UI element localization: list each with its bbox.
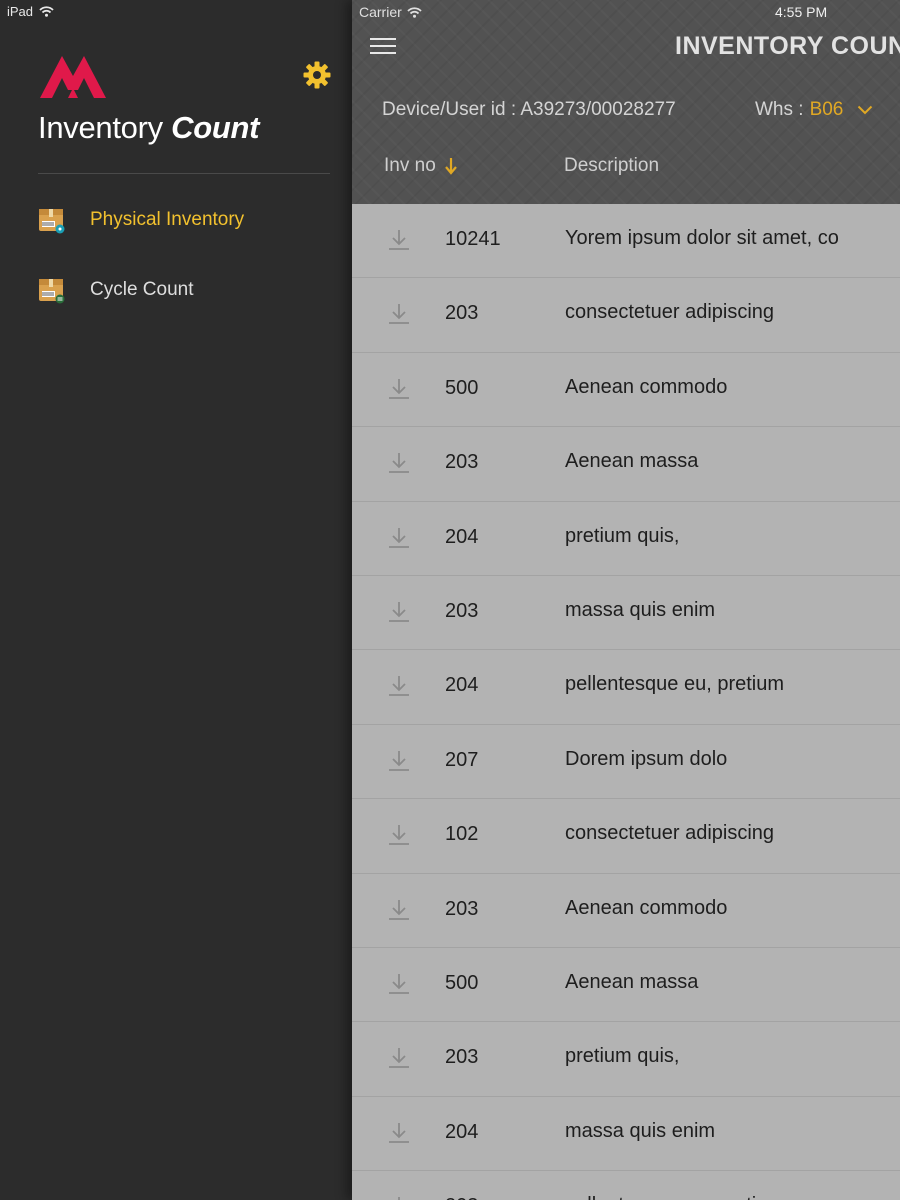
download-icon[interactable] [388, 451, 410, 475]
list-item[interactable]: 500 Aenean massa [352, 948, 900, 1023]
download-icon[interactable] [388, 526, 410, 550]
column-header-label: Description [564, 155, 660, 176]
nav-item-cycle-count[interactable]: Cycle Count [38, 276, 194, 304]
download-icon[interactable] [388, 972, 410, 996]
inv-no: 203 [445, 302, 479, 325]
list-item[interactable]: 500 Aenean commodo [352, 353, 900, 428]
list-item[interactable]: 204 massa quis enim [352, 1097, 900, 1172]
side-drawer: iPad Inventory Count Physical Inventory … [0, 0, 352, 1200]
inv-no: 102 [445, 823, 479, 846]
nav-item-label: Physical Inventory [90, 209, 245, 230]
inventory-list: 10241 Yorem ipsum dolor sit amet, co 203 co… [352, 204, 900, 1200]
description: Aenean commodo [565, 375, 728, 398]
download-icon[interactable] [388, 749, 410, 773]
download-icon[interactable] [388, 823, 410, 847]
description: pretium quis, [565, 1045, 680, 1068]
box-sync-icon [39, 279, 65, 304]
inv-no: 204 [445, 525, 479, 548]
list-item[interactable]: 102 consectetuer adipiscing [352, 799, 900, 874]
whs-value: B06 [809, 99, 844, 120]
download-icon[interactable] [388, 1195, 410, 1200]
sort-down-arrow-icon [444, 158, 457, 175]
column-header-label: Inv no [384, 155, 436, 176]
device-user-label: Device/User id : [382, 99, 521, 120]
settings-gear-icon[interactable] [302, 60, 332, 90]
description: pretium quis, [565, 524, 680, 547]
inv-no: 207 [445, 748, 479, 771]
description: Yorem ipsum dolor sit amet, co [565, 227, 839, 249]
nav-item-label: Cycle Count [90, 279, 194, 300]
wifi-icon [39, 6, 54, 17]
warehouse-selector[interactable]: Whs : B06 [755, 99, 873, 121]
column-header-description[interactable]: Description [564, 155, 659, 177]
drawer-divider [38, 173, 330, 174]
description: Aenean commodo [565, 896, 728, 919]
inv-no: 204 [445, 674, 479, 697]
device-name: iPad [7, 4, 34, 19]
description: pellentesque eu, pretium [565, 1194, 784, 1200]
inv-no: 500 [445, 971, 479, 994]
inv-no: 203 [445, 599, 479, 622]
inv-no: 203 [445, 897, 479, 920]
app-logo [40, 56, 106, 98]
description: Aenean massa [565, 970, 699, 993]
download-icon[interactable] [388, 302, 410, 326]
download-icon[interactable] [388, 228, 410, 252]
device-user-id: Device/User id : A39273/00028277 [382, 99, 676, 121]
whs-label: Whs : [755, 99, 804, 120]
column-header-inv-no[interactable]: Inv no [384, 155, 458, 177]
list-item[interactable]: 207 Dorem ipsum dolo [352, 725, 900, 800]
list-item[interactable]: 203 consectetuer adipiscing [352, 278, 900, 353]
header: Carrier 4:55 PM INVENTORY COUNT Device/U… [352, 0, 900, 204]
carrier-name: Carrier [359, 4, 402, 20]
download-icon[interactable] [388, 1121, 410, 1145]
list-item[interactable]: 203 Aenean commodo [352, 874, 900, 948]
list-item[interactable]: 203 pellentesque eu, pretium [352, 1171, 900, 1200]
description: massa quis enim [565, 598, 716, 621]
inv-no: 203 [445, 451, 479, 474]
inv-no: 500 [445, 376, 479, 399]
download-icon[interactable] [388, 377, 410, 401]
list-item[interactable]: 203 pretium quis, [352, 1022, 900, 1097]
description: Dorem ipsum dolo [565, 747, 728, 770]
description: Aenean massa [565, 450, 699, 473]
list-item[interactable]: 203 Aenean massa [352, 427, 900, 502]
list-item[interactable]: 204 pellentesque eu, pretium [352, 650, 900, 725]
download-icon[interactable] [388, 674, 410, 698]
description: consectetuer adipiscing [565, 822, 775, 845]
list-item[interactable]: 203 massa quis enim [352, 576, 900, 651]
hamburger-menu-icon[interactable] [370, 38, 396, 56]
inv-no: 203 [445, 1195, 478, 1200]
app-title-regular: Inventory [38, 110, 163, 145]
main-panel: Carrier 4:55 PM INVENTORY COUNT Device/U… [352, 0, 900, 1200]
download-icon[interactable] [388, 1046, 410, 1070]
page-title: INVENTORY COUNT [675, 32, 900, 60]
app-title: Inventory Count [38, 110, 259, 146]
inv-no: 204 [445, 1120, 479, 1143]
chevron-down-icon [858, 105, 873, 115]
device-user-value: A39273/00028277 [520, 99, 676, 120]
download-icon[interactable] [388, 898, 410, 922]
status-time: 4:55 PM [775, 4, 828, 20]
download-icon[interactable] [388, 600, 410, 624]
description: pellentesque eu, pretium [565, 673, 785, 696]
status-bar-left: iPad [7, 4, 54, 19]
nav-item-physical-inventory[interactable]: Physical Inventory [38, 206, 244, 234]
list-item[interactable]: 10241 Yorem ipsum dolor sit amet, co [352, 204, 900, 279]
inv-no: 10241 [445, 228, 501, 250]
description: consectetuer adipiscing [565, 301, 775, 324]
carrier-status: Carrier [359, 4, 422, 20]
app-title-bold: Count [171, 110, 260, 145]
list-item[interactable]: 204 pretium quis, [352, 502, 900, 576]
box-barcode-icon [39, 209, 65, 234]
wifi-icon [407, 6, 422, 18]
description: massa quis enim [565, 1119, 716, 1142]
inv-no: 203 [445, 1046, 479, 1069]
